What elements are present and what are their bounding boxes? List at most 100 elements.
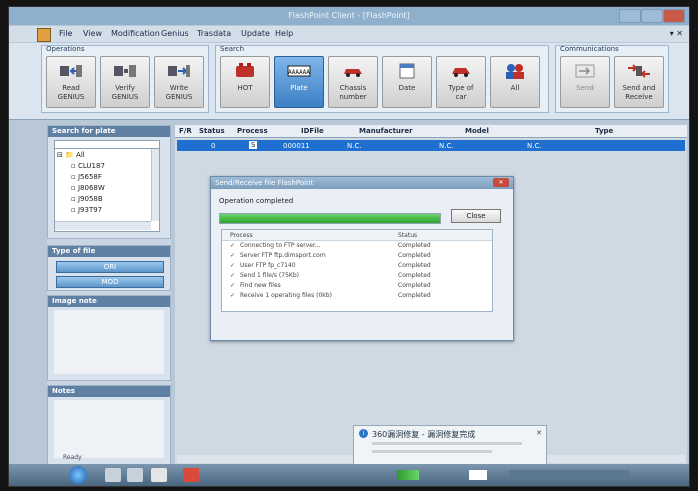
info-icon: i [359,429,368,438]
notification-balloon[interactable]: i 360漏洞修复 - 漏洞修复完成 ✕ [353,425,547,467]
menu-help[interactable]: Help [275,29,293,38]
send-receive-button[interactable]: Send and Receive [614,56,664,108]
read-genius-button[interactable]: Read GENIUS [46,56,96,108]
car-type-icon [452,68,470,77]
process-text: User FTP fp_c7140 [240,262,296,269]
table-row[interactable]: 0 S 000011 N.C. N.C. N.C. [177,140,685,151]
hot-label: HOT [237,84,253,92]
tray-icon[interactable] [469,470,487,480]
all-button[interactable]: All [490,56,540,108]
chassis-number-button[interactable]: Chassis number [328,56,378,108]
tree-item[interactable]: ▫ J93T97 [71,206,102,214]
engine-icon [236,63,254,77]
dialog-title: Send/Receive file FlashPoint [215,179,314,187]
send-button[interactable]: Send [560,56,610,108]
col-idfile[interactable]: IDFile [301,127,324,135]
type-of-car-button[interactable]: Type of car [436,56,486,108]
write-genius-label-1: Write [169,84,189,92]
mod-button[interactable]: MOD [56,276,164,288]
maximize-button[interactable] [641,9,663,23]
send-receive-dialog: Send/Receive file FlashPoint ✕ Operation… [210,176,514,341]
tree-item[interactable]: ▫ J5658F [71,173,102,181]
cell-idfile: 000011 [283,142,310,150]
close-window-button[interactable] [663,9,685,23]
process-row: ✓ Connecting to FTP server... Completed [230,242,431,249]
minimize-button[interactable] [619,9,641,23]
group-search-title: Search [220,45,245,53]
search-for-plate-header: Search for plate [48,126,170,137]
tree-scrollbar[interactable] [151,149,159,221]
status-text: Completed [398,292,431,299]
col-manufacturer[interactable]: Manufacturer [359,127,413,135]
ie-icon[interactable] [105,468,121,482]
read-genius-label-2: GENIUS [57,93,85,101]
ribbon-controls[interactable]: ▾ ✕ [670,29,683,38]
hot-button[interactable]: HOT [220,56,270,108]
car-icon [344,69,362,77]
menu-file[interactable]: File [59,29,72,38]
chassis-label-1: Chassis [339,84,367,92]
notes-section: Notes [47,385,171,465]
process-text: Find new files [240,282,281,289]
notification-title: 360漏洞修复 - 漏洞修复完成 [372,430,476,439]
menu-update[interactable]: Update [241,29,270,38]
write-genius-label-2: GENIUS [165,93,193,101]
plate-button[interactable]: AAAAAA Plate [274,56,324,108]
app-icon[interactable] [37,28,51,42]
tree-root-label: All [76,151,85,159]
app-taskbar-icon[interactable] [151,468,167,482]
write-genius-button[interactable]: Write GENIUS [154,56,204,108]
col-fr[interactable]: F/R [179,127,192,135]
status-bar: Ready [63,454,82,461]
notes-area[interactable] [54,400,164,458]
ori-button[interactable]: ORI [56,261,164,273]
type-of-file-section: Type of file ORI MOD [47,245,171,291]
notification-close-icon[interactable]: ✕ [536,429,542,437]
notification-body-line [372,442,522,445]
menu-view[interactable]: View [83,29,102,38]
folder-icon[interactable] [127,468,143,482]
tree-item-label: J9058B [77,195,103,203]
tree-hscrollbar[interactable] [55,221,151,230]
send-receive-icon [628,64,650,78]
plate-label: Plate [290,84,308,92]
ribbon: Operations Read GENIUS Verify GENIUS Write… [9,43,689,120]
verify-genius-button[interactable]: Verify GENIUS [100,56,150,108]
col-model[interactable]: Model [465,127,489,135]
read-icon [60,65,82,77]
type-of-car-label-1: Type of [448,84,474,92]
plate-icon: AAAAAA [287,65,311,77]
flashpoint-taskbar-icon[interactable] [183,468,199,482]
col-status-header: Status [398,232,418,239]
process-row: ✓ User FTP fp_c7140 Completed [230,262,431,269]
menu-trasdata[interactable]: Trasdata [197,29,231,38]
tree-item[interactable]: ▫ J8068W [71,184,105,192]
image-note-section: Image note [47,295,171,381]
image-note-header: Image note [48,296,170,307]
search-for-plate-section: Search for plate ⊟ 📁 All ▫ CLU187 ▫ J565… [47,125,171,239]
system-tray[interactable] [509,470,629,480]
notes-header: Notes [48,386,170,397]
group-operations: Operations Read GENIUS Verify GENIUS Write… [41,45,209,113]
read-genius-label-1: Read [62,84,80,92]
dialog-close-icon[interactable]: ✕ [493,178,509,187]
menu-genius[interactable]: Genius [161,29,189,38]
tree-root-all[interactable]: ⊟ 📁 All [57,151,85,159]
type-of-file-header: Type of file [48,246,170,257]
menu-modification[interactable]: Modification [111,29,160,38]
status-text: Completed [398,272,431,279]
col-process[interactable]: Process [237,127,268,135]
verify-genius-label-2: GENIUS [111,93,139,101]
tree-item-label: CLU187 [77,162,105,170]
verify-genius-label-1: Verify [115,84,135,92]
close-button[interactable]: Close [451,209,501,223]
tree-item[interactable]: ▫ J9058B [71,195,103,203]
tree-item[interactable]: ▫ CLU187 [71,162,105,170]
calendar-icon [399,63,415,79]
col-type[interactable]: Type [595,127,613,135]
cell-status: 0 [211,142,216,150]
send-receive-label-2: Receive [625,93,653,101]
date-button[interactable]: Date [382,56,432,108]
col-status[interactable]: Status [199,127,225,135]
start-button[interactable] [69,466,87,484]
